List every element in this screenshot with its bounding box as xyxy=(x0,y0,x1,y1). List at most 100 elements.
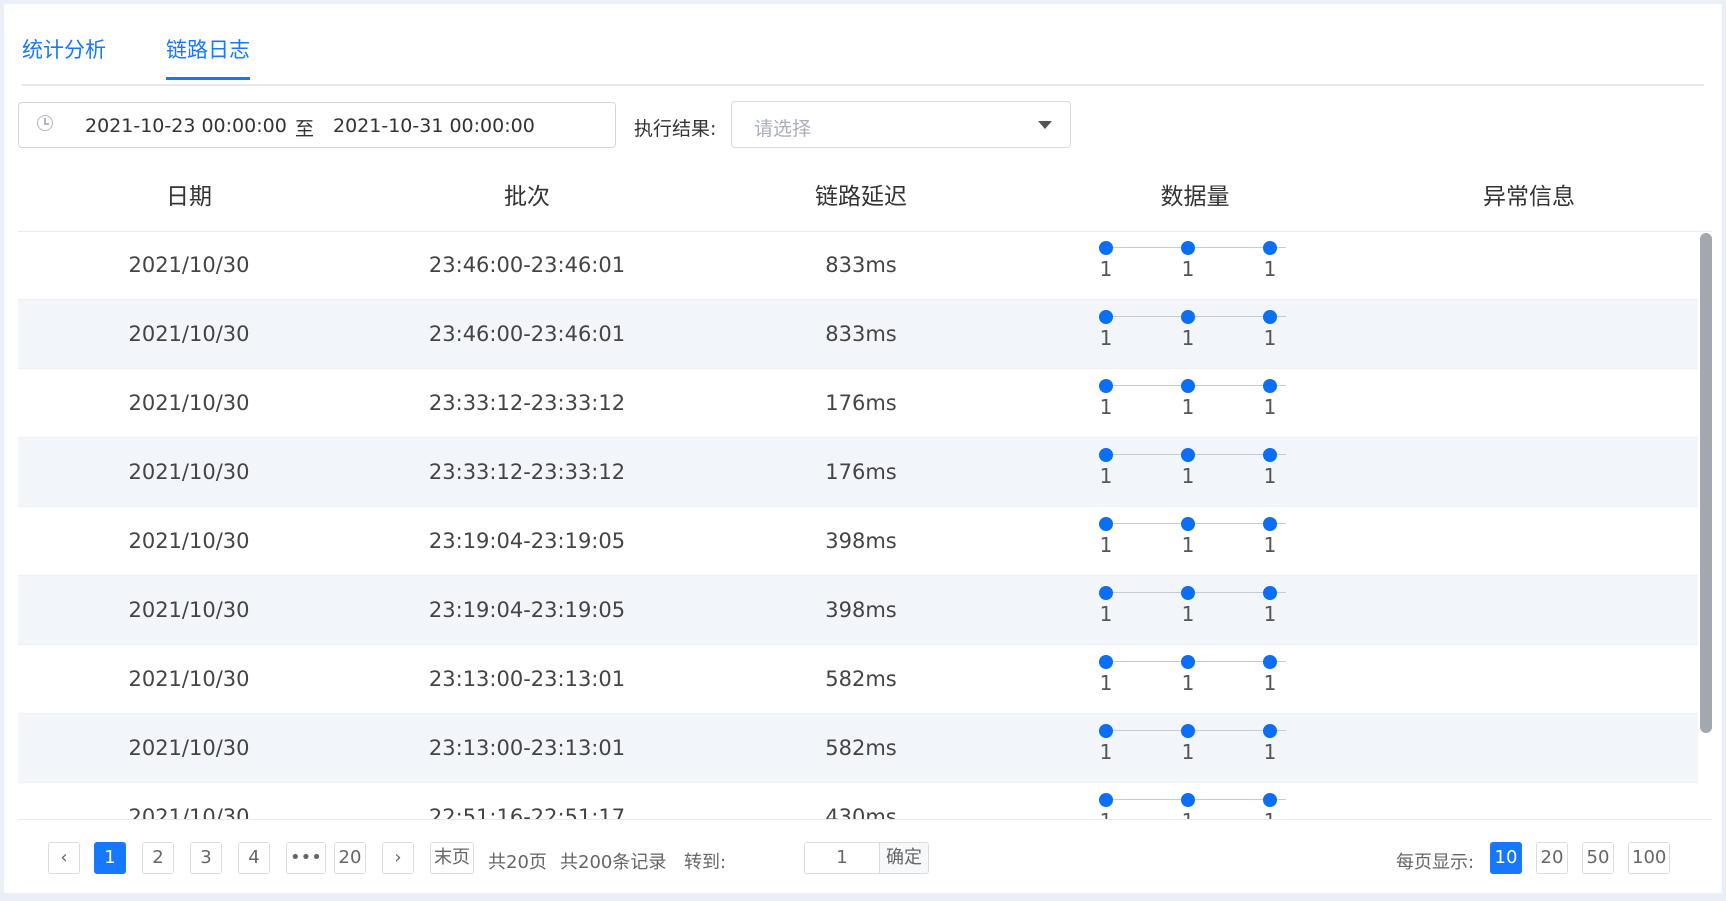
chain-node-dot[interactable] xyxy=(1263,448,1277,462)
chevron-down-icon[interactable] xyxy=(1038,121,1052,129)
table-row: 2021/10/30 23:33:12-23:33:12 176ms 1 1 1 xyxy=(18,369,1698,438)
chain-node-dot[interactable] xyxy=(1099,517,1113,531)
chain-node-count: 1 xyxy=(1178,809,1198,819)
jump-page-input[interactable]: 1 xyxy=(804,842,880,874)
chain-node-dot[interactable] xyxy=(1181,448,1195,462)
chain-node-dot[interactable] xyxy=(1099,448,1113,462)
jump-confirm-button[interactable]: 确定 xyxy=(879,842,929,874)
end-date-input[interactable]: 2021-10-31 00:00:00 xyxy=(333,115,535,137)
table-row: 2021/10/30 23:46:00-23:46:01 833ms 1 1 1 xyxy=(18,231,1698,300)
row-batch: 23:33:12-23:33:12 xyxy=(428,391,626,415)
row-batch: 23:46:00-23:46:01 xyxy=(428,322,626,346)
ellipsis-button[interactable]: ••• xyxy=(286,842,326,874)
chain-node-count: 1 xyxy=(1099,740,1113,764)
page-size-50-button[interactable]: 50 xyxy=(1582,842,1614,874)
page-2-button[interactable]: 2 xyxy=(142,842,174,874)
chain-node-count: 1 xyxy=(1181,257,1195,281)
row-date: 2021/10/30 xyxy=(128,460,250,484)
header-latency: 链路延迟 xyxy=(815,184,907,210)
chain-node-dot[interactable] xyxy=(1099,310,1113,324)
table-row: 2021/10/30 23:13:00-23:13:01 582ms 1 1 1 xyxy=(18,714,1698,783)
row-latency: 582ms xyxy=(825,736,897,760)
total-records: 共200条记录 xyxy=(560,852,667,873)
pagination: ‹ 1 2 3 4 ••• 20 › 末页 共20页 共200条记录 转到: 1… xyxy=(18,819,1712,894)
chain-node-dot[interactable] xyxy=(1099,724,1113,738)
page-1-button[interactable]: 1 xyxy=(94,842,126,874)
chain-node-count: 1 xyxy=(1263,602,1277,626)
table-body: 2021/10/30 23:46:00-23:46:01 833ms 1 1 1 2021/… xyxy=(18,231,1698,819)
chain-node-dot[interactable] xyxy=(1181,724,1195,738)
data-volume-chain: 1 1 1 xyxy=(1096,517,1286,567)
table-row: 2021/10/30 23:33:12-23:33:12 176ms 1 1 1 xyxy=(18,438,1698,507)
chain-node-count: 1 xyxy=(1096,809,1116,819)
chain-node-dot[interactable] xyxy=(1263,517,1277,531)
chain-node-dot[interactable] xyxy=(1263,241,1277,255)
chain-node-dot[interactable] xyxy=(1181,241,1195,255)
chain-node-count: 1 xyxy=(1263,533,1277,557)
date-range-picker[interactable]: 2021-10-23 00:00:00 至 2021-10-31 00:00:0… xyxy=(18,102,616,148)
result-select[interactable]: 请选择 xyxy=(731,101,1071,148)
data-volume-chain: 1 1 1 xyxy=(1096,379,1286,429)
page-size-100-button[interactable]: 100 xyxy=(1628,842,1671,874)
chain-line xyxy=(1106,730,1286,731)
chain-node-dot[interactable] xyxy=(1263,379,1277,393)
row-date: 2021/10/30 xyxy=(128,253,250,277)
prev-page-button[interactable]: ‹ xyxy=(48,842,80,874)
chain-node-count: 1 xyxy=(1099,602,1113,626)
chain-line xyxy=(1106,523,1286,524)
chain-node-dot[interactable] xyxy=(1263,310,1277,324)
chain-node-count: 1 xyxy=(1099,464,1113,488)
chain-node-dot[interactable] xyxy=(1181,379,1195,393)
chain-node-dot[interactable] xyxy=(1181,586,1195,600)
page-20-button[interactable]: 20 xyxy=(334,842,366,874)
chain-node-dot[interactable] xyxy=(1099,586,1113,600)
data-volume-chain: 1 1 1 xyxy=(1096,655,1286,705)
chain-node-count: 1 xyxy=(1099,671,1113,695)
chain-node-dot[interactable] xyxy=(1181,517,1195,531)
chain-node-dot[interactable] xyxy=(1099,655,1113,669)
start-date-input[interactable]: 2021-10-23 00:00:00 xyxy=(85,115,287,137)
page-4-button[interactable]: 4 xyxy=(238,842,270,874)
chain-line xyxy=(1106,799,1286,800)
page-size-10-button[interactable]: 10 xyxy=(1490,842,1522,874)
chain-line xyxy=(1106,661,1286,662)
row-date: 2021/10/30 xyxy=(128,736,250,760)
next-page-button[interactable]: › xyxy=(382,842,414,874)
data-volume-chain: 1 1 1 xyxy=(1096,793,1286,819)
chain-node-dot[interactable] xyxy=(1181,793,1195,807)
chain-node-dot[interactable] xyxy=(1263,655,1277,669)
last-page-button[interactable]: 末页 xyxy=(430,842,474,874)
row-latency: 582ms xyxy=(825,667,897,691)
chain-node-dot[interactable] xyxy=(1099,793,1113,807)
page-size-20-button[interactable]: 20 xyxy=(1536,842,1568,874)
chain-node-dot[interactable] xyxy=(1099,241,1113,255)
chain-line xyxy=(1106,316,1286,317)
chain-node-dot[interactable] xyxy=(1099,379,1113,393)
chain-node-dot[interactable] xyxy=(1181,310,1195,324)
jump-label: 转到: xyxy=(684,852,727,873)
chain-line xyxy=(1106,385,1286,386)
chain-node-count: 1 xyxy=(1263,740,1277,764)
chain-node-dot[interactable] xyxy=(1263,586,1277,600)
tab-link-log[interactable]: 链路日志 xyxy=(166,34,250,80)
result-select-placeholder: 请选择 xyxy=(754,118,812,140)
chain-node-count: 1 xyxy=(1181,671,1195,695)
chain-node-dot[interactable] xyxy=(1181,655,1195,669)
table-row: 2021/10/30 23:19:04-23:19:05 398ms 1 1 1 xyxy=(18,576,1698,645)
table-scrollbar[interactable] xyxy=(1700,233,1712,733)
chain-node-count: 1 xyxy=(1263,257,1277,281)
chain-node-dot[interactable] xyxy=(1263,793,1277,807)
page-3-button[interactable]: 3 xyxy=(190,842,222,874)
chain-node-count: 1 xyxy=(1263,326,1277,350)
chain-node-count: 1 xyxy=(1099,533,1113,557)
chain-node-count: 1 xyxy=(1263,395,1277,419)
table-row: 2021/10/30 22:51:16-22:51:17 430ms 1 1 1 xyxy=(18,783,1698,819)
chain-node-count: 1 xyxy=(1181,602,1195,626)
chain-node-count: 1 xyxy=(1260,809,1280,819)
data-volume-chain: 1 1 1 xyxy=(1096,724,1286,774)
row-batch: 23:13:00-23:13:01 xyxy=(428,667,626,691)
chain-node-dot[interactable] xyxy=(1263,724,1277,738)
tab-statistics[interactable]: 统计分析 xyxy=(22,34,106,82)
row-latency: 833ms xyxy=(825,322,897,346)
header-data-volume: 数据量 xyxy=(1160,184,1230,210)
